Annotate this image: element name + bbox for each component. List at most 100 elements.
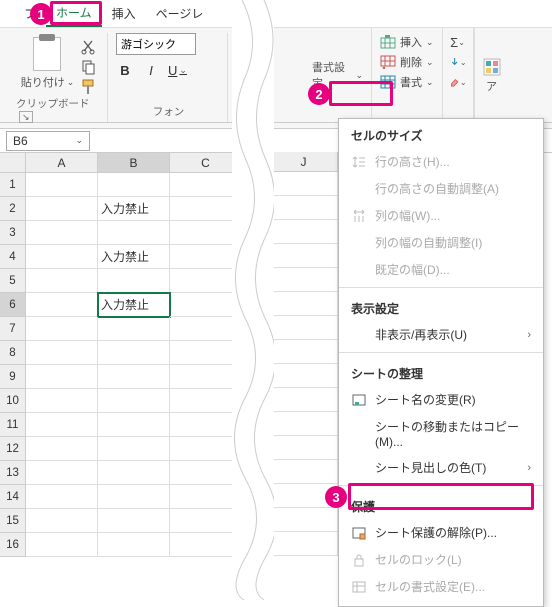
cell[interactable] xyxy=(98,413,170,437)
ribbon-group-cells: 挿入⌄ 削除⌄ 書式⌄ xyxy=(372,28,443,122)
copy-icon[interactable] xyxy=(80,59,96,73)
dd-rename-sheet[interactable]: シート名の変更(R) xyxy=(339,386,543,413)
cells-insert-button[interactable]: 挿入⌄ xyxy=(380,34,434,50)
row-header[interactable]: 1 xyxy=(0,173,26,197)
clear-button[interactable]: ⌄ xyxy=(449,74,467,90)
col-header-A[interactable]: A xyxy=(26,153,98,173)
cell[interactable] xyxy=(26,413,98,437)
cell[interactable] xyxy=(270,244,338,268)
cell[interactable] xyxy=(26,293,98,317)
cell[interactable] xyxy=(26,533,98,557)
row-header[interactable]: 9 xyxy=(0,365,26,389)
cell[interactable] xyxy=(26,221,98,245)
ideas-icon[interactable] xyxy=(481,56,503,78)
cell[interactable] xyxy=(98,269,170,293)
dd-auto-col-width[interactable]: 列の幅の自動調整(I) xyxy=(339,229,543,256)
dd-lock-cell[interactable]: セルのロック(L) xyxy=(339,546,543,573)
tab-insert[interactable]: 挿入 xyxy=(102,1,146,26)
tab-pagelayout-partial[interactable]: ページレ xyxy=(146,1,214,26)
cell[interactable] xyxy=(98,389,170,413)
cell[interactable] xyxy=(26,197,98,221)
cell[interactable] xyxy=(98,509,170,533)
dd-row-height[interactable]: 行の高さ(H)... xyxy=(339,148,543,175)
cell[interactable] xyxy=(98,437,170,461)
format-painter-icon[interactable] xyxy=(80,79,96,93)
row-header[interactable]: 12 xyxy=(0,437,26,461)
cell[interactable] xyxy=(26,437,98,461)
cell[interactable] xyxy=(98,173,170,197)
row-header[interactable]: 4 xyxy=(0,245,26,269)
fill-button[interactable]: ⌄ xyxy=(449,54,467,70)
cell[interactable] xyxy=(270,412,338,436)
underline-button[interactable]: U⌄ xyxy=(168,63,186,78)
autosum-button[interactable]: Σ ⌄ xyxy=(449,34,467,50)
dialog-launcher-icon[interactable]: ↘ xyxy=(19,111,33,123)
bold-button[interactable]: B xyxy=(116,63,134,78)
cell[interactable] xyxy=(270,340,338,364)
cell[interactable] xyxy=(98,341,170,365)
cell[interactable] xyxy=(98,533,170,557)
cell[interactable] xyxy=(270,436,338,460)
cell[interactable] xyxy=(98,461,170,485)
cell-B6-active[interactable]: 入力禁止 xyxy=(98,293,170,317)
cell[interactable] xyxy=(98,365,170,389)
cell[interactable] xyxy=(270,292,338,316)
row-header[interactable]: 11 xyxy=(0,413,26,437)
name-box[interactable]: B6 ⌄ xyxy=(6,131,90,151)
select-all-corner[interactable] xyxy=(0,153,26,173)
row-header[interactable]: 7 xyxy=(0,317,26,341)
cell[interactable] xyxy=(26,389,98,413)
dd-move-copy-sheet[interactable]: シートの移動またはコピー(M)... xyxy=(339,413,543,454)
dd-tab-color[interactable]: シート見出しの色(T) › xyxy=(339,454,543,481)
dd-col-width[interactable]: 列の幅(W)... xyxy=(339,202,543,229)
row-header[interactable]: 5 xyxy=(0,269,26,293)
cell[interactable] xyxy=(270,196,338,220)
row-header[interactable]: 6 xyxy=(0,293,26,317)
cell[interactable] xyxy=(98,221,170,245)
font-name-select[interactable] xyxy=(116,33,196,55)
cell[interactable] xyxy=(26,317,98,341)
dd-unprotect-sheet[interactable]: シート保護の解除(P)... xyxy=(339,519,543,546)
cell[interactable] xyxy=(270,532,338,556)
dd-format-cells[interactable]: セルの書式設定(E)... xyxy=(339,573,543,600)
dd-auto-row-height[interactable]: 行の高さの自動調整(A) xyxy=(339,175,543,202)
cell[interactable] xyxy=(26,341,98,365)
dd-hide-unhide[interactable]: 非表示/再表示(U) › xyxy=(339,321,543,348)
cell[interactable] xyxy=(26,485,98,509)
cell[interactable] xyxy=(270,508,338,532)
row-header[interactable]: 15 xyxy=(0,509,26,533)
cells-delete-button[interactable]: 削除⌄ xyxy=(380,54,434,70)
cell[interactable] xyxy=(98,317,170,341)
row-header[interactable]: 14 xyxy=(0,485,26,509)
col-header-B[interactable]: B xyxy=(98,153,170,173)
row-header[interactable]: 3 xyxy=(0,221,26,245)
cell-B4[interactable]: 入力禁止 xyxy=(98,245,170,269)
cell[interactable] xyxy=(98,485,170,509)
cell[interactable] xyxy=(270,220,338,244)
row-header[interactable]: 16 xyxy=(0,533,26,557)
row-header[interactable]: 13 xyxy=(0,461,26,485)
cell[interactable] xyxy=(270,172,338,196)
dd-default-width[interactable]: 既定の幅(D)... xyxy=(339,256,543,283)
cell[interactable] xyxy=(26,461,98,485)
italic-button[interactable]: I xyxy=(142,63,160,78)
unprotect-sheet-icon xyxy=(351,526,367,540)
paste-icon[interactable] xyxy=(33,37,61,71)
cell[interactable] xyxy=(270,316,338,340)
cell-B2[interactable]: 入力禁止 xyxy=(98,197,170,221)
cell[interactable] xyxy=(26,173,98,197)
row-header[interactable]: 10 xyxy=(0,389,26,413)
cell[interactable] xyxy=(270,364,338,388)
cell[interactable] xyxy=(270,460,338,484)
paste-button[interactable]: 貼り付け ⌄ xyxy=(21,74,75,90)
cell[interactable] xyxy=(26,509,98,533)
row-header[interactable]: 8 xyxy=(0,341,26,365)
cell[interactable] xyxy=(26,365,98,389)
col-header-J[interactable]: J xyxy=(270,152,338,172)
cell[interactable] xyxy=(26,245,98,269)
cell[interactable] xyxy=(270,388,338,412)
cell[interactable] xyxy=(270,268,338,292)
cell[interactable] xyxy=(26,269,98,293)
row-header[interactable]: 2 xyxy=(0,197,26,221)
cut-icon[interactable] xyxy=(80,39,96,53)
